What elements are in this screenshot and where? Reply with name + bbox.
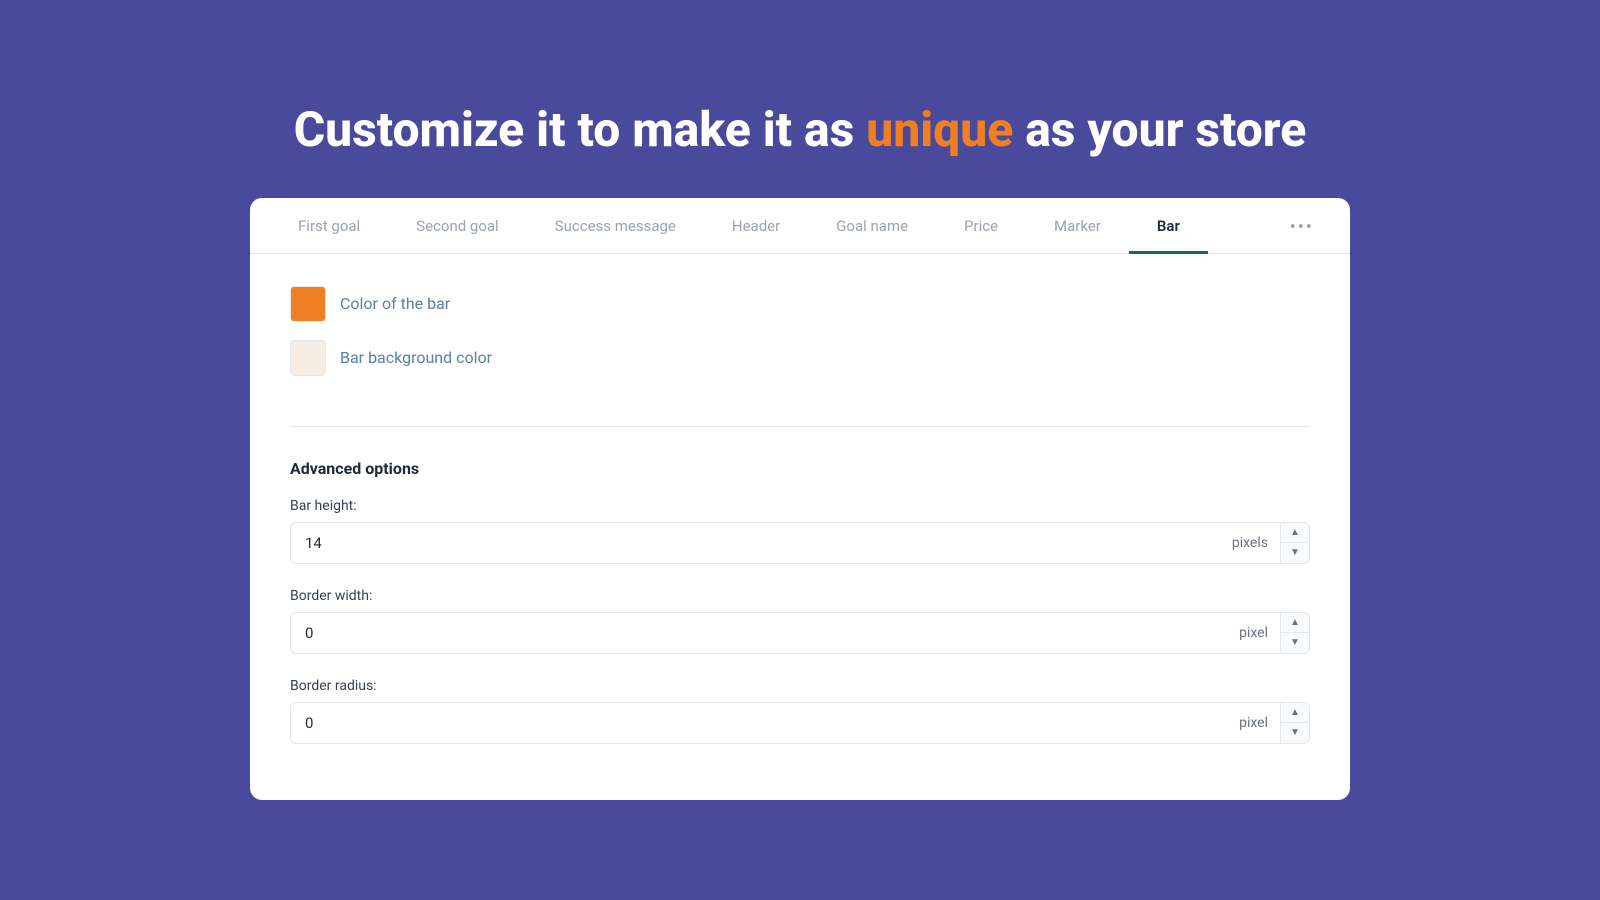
settings-card: First goal Second goal Success message H… bbox=[250, 198, 1350, 800]
border-width-input[interactable]: 0 bbox=[291, 613, 1227, 653]
advanced-options-section: Advanced options Bar height: 14 pixels ▲… bbox=[290, 459, 1310, 744]
border-radius-unit: pixel bbox=[1227, 703, 1280, 743]
bg-color-label: Bar background color bbox=[340, 348, 492, 367]
tab-bar[interactable]: Bar bbox=[1129, 199, 1208, 254]
tab-price[interactable]: Price bbox=[936, 199, 1026, 254]
border-width-unit: pixel bbox=[1227, 613, 1280, 653]
bg-color-row[interactable]: Bar background color bbox=[290, 340, 1310, 376]
headline-before: Customize it to make it as bbox=[294, 101, 855, 158]
border-radius-decrement[interactable]: ▼ bbox=[1281, 723, 1309, 743]
bar-height-label: Bar height: bbox=[290, 498, 1310, 514]
tab-bar: First goal Second goal Success message H… bbox=[250, 198, 1350, 254]
border-radius-label: Border radius: bbox=[290, 678, 1310, 694]
border-radius-field: Border radius: 0 pixel ▲ ▼ bbox=[290, 678, 1310, 744]
border-width-increment[interactable]: ▲ bbox=[1281, 613, 1309, 634]
border-radius-input-row: 0 pixel ▲ ▼ bbox=[290, 702, 1310, 744]
bg-color-swatch[interactable] bbox=[290, 340, 326, 376]
bar-height-input[interactable]: 14 bbox=[291, 523, 1220, 563]
tab-header[interactable]: Header bbox=[704, 199, 808, 254]
headline-highlight: unique bbox=[866, 101, 1013, 158]
bar-height-decrement[interactable]: ▼ bbox=[1281, 543, 1309, 563]
border-width-field: Border width: 0 pixel ▲ ▼ bbox=[290, 588, 1310, 654]
border-width-spinner: ▲ ▼ bbox=[1280, 613, 1309, 653]
tab-first-goal[interactable]: First goal bbox=[270, 199, 388, 254]
border-width-input-row: 0 pixel ▲ ▼ bbox=[290, 612, 1310, 654]
bar-color-swatch[interactable] bbox=[290, 286, 326, 322]
tab-goal-name[interactable]: Goal name bbox=[808, 199, 936, 254]
bar-height-increment[interactable]: ▲ bbox=[1281, 523, 1309, 544]
border-radius-spinner: ▲ ▼ bbox=[1280, 703, 1309, 743]
tab-success-message[interactable]: Success message bbox=[527, 199, 704, 254]
border-width-label: Border width: bbox=[290, 588, 1310, 604]
bar-height-field: Bar height: 14 pixels ▲ ▼ bbox=[290, 498, 1310, 564]
card-body: Color of the bar Bar background color Ad… bbox=[250, 254, 1350, 800]
bar-color-label: Color of the bar bbox=[340, 294, 450, 313]
tab-more-button[interactable]: ••• bbox=[1274, 199, 1330, 254]
page-headline: Customize it to make it as unique as you… bbox=[200, 101, 1400, 158]
bar-height-input-row: 14 pixels ▲ ▼ bbox=[290, 522, 1310, 564]
bar-height-unit: pixels bbox=[1220, 523, 1280, 563]
border-width-decrement[interactable]: ▼ bbox=[1281, 633, 1309, 653]
bar-color-row[interactable]: Color of the bar bbox=[290, 286, 1310, 322]
border-radius-increment[interactable]: ▲ bbox=[1281, 703, 1309, 724]
advanced-options-title: Advanced options bbox=[290, 459, 1310, 478]
bar-height-spinner: ▲ ▼ bbox=[1280, 523, 1309, 563]
border-radius-input[interactable]: 0 bbox=[291, 703, 1227, 743]
tab-marker[interactable]: Marker bbox=[1026, 199, 1129, 254]
headline-after: as your store bbox=[1025, 101, 1306, 158]
tab-second-goal[interactable]: Second goal bbox=[388, 199, 527, 254]
color-section: Color of the bar Bar background color bbox=[290, 286, 1310, 427]
